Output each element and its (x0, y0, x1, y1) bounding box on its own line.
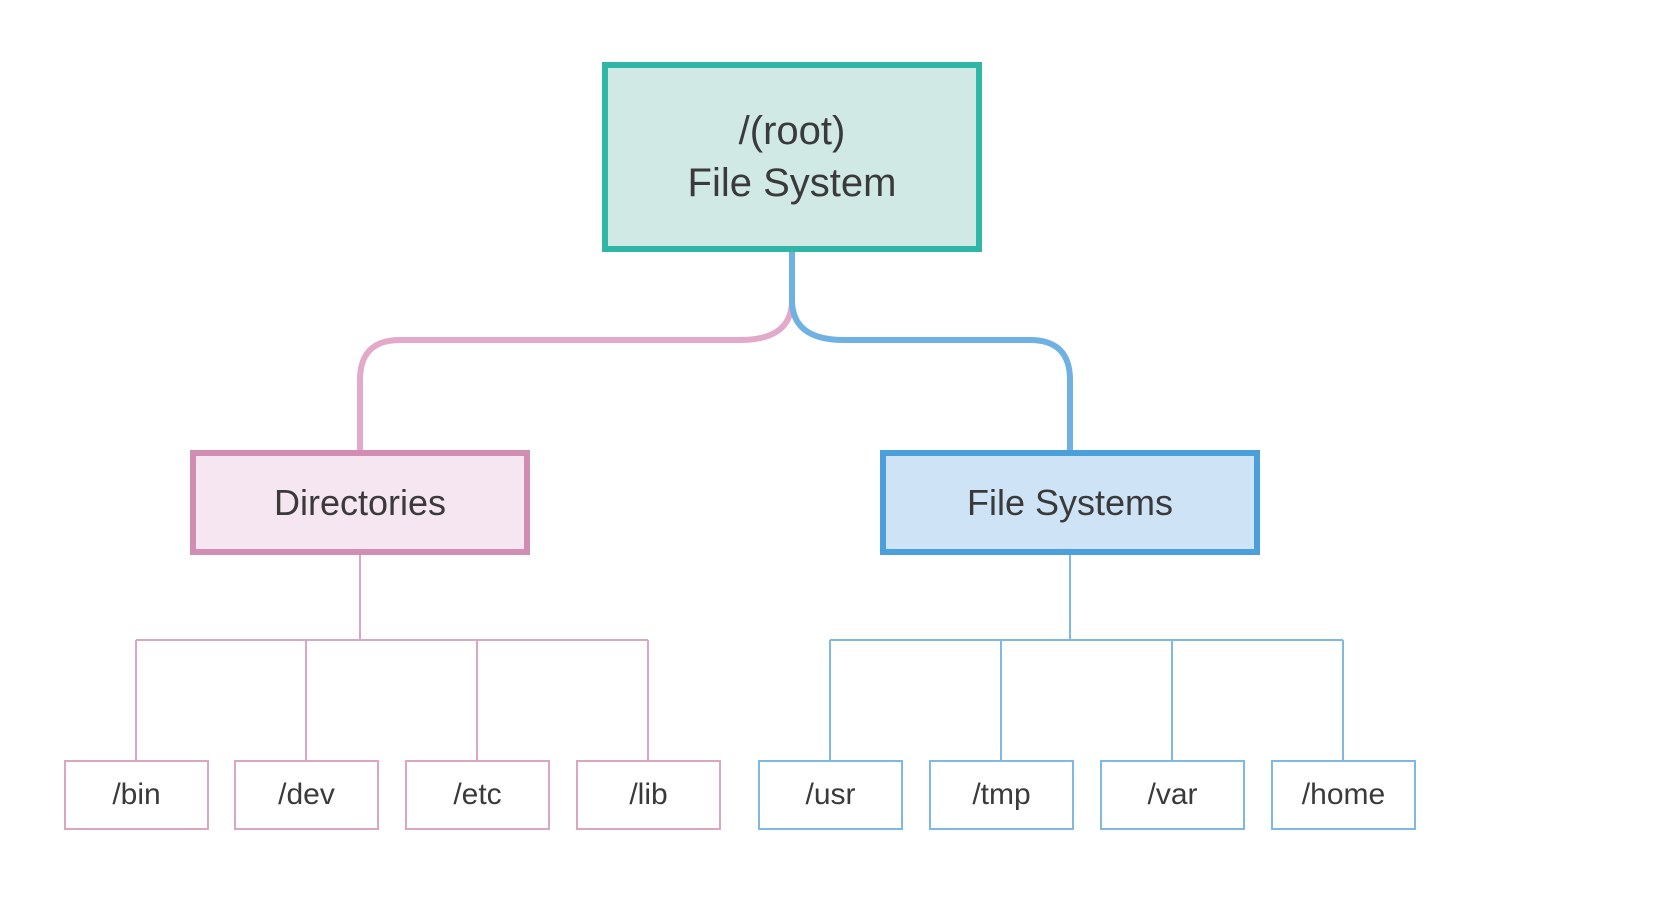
directories-label: Directories (274, 482, 446, 524)
leaf-var: /var (1100, 760, 1245, 830)
leaf-home: /home (1271, 760, 1416, 830)
filesystems-node: File Systems (880, 450, 1260, 555)
leaf-tmp-label: /tmp (972, 778, 1030, 812)
root-line2: File System (688, 161, 897, 205)
filesystems-label: File Systems (967, 482, 1173, 524)
root-label: /(root) File System (688, 105, 897, 209)
root-node: /(root) File System (602, 62, 982, 252)
leaf-usr: /usr (758, 760, 903, 830)
leaf-dev: /dev (234, 760, 379, 830)
leaf-bin-label: /bin (112, 778, 160, 812)
leaf-lib-label: /lib (629, 778, 667, 812)
directories-node: Directories (190, 450, 530, 555)
leaf-dev-label: /dev (278, 778, 335, 812)
leaf-etc: /etc (405, 760, 550, 830)
leaf-etc-label: /etc (453, 778, 501, 812)
diagram-canvas: /(root) File System Directories File Sys… (0, 0, 1663, 916)
leaf-bin: /bin (64, 760, 209, 830)
leaf-lib: /lib (576, 760, 721, 830)
leaf-var-label: /var (1147, 778, 1197, 812)
root-line1: /(root) (739, 109, 846, 153)
leaf-usr-label: /usr (805, 778, 855, 812)
leaf-home-label: /home (1302, 778, 1385, 812)
leaf-tmp: /tmp (929, 760, 1074, 830)
